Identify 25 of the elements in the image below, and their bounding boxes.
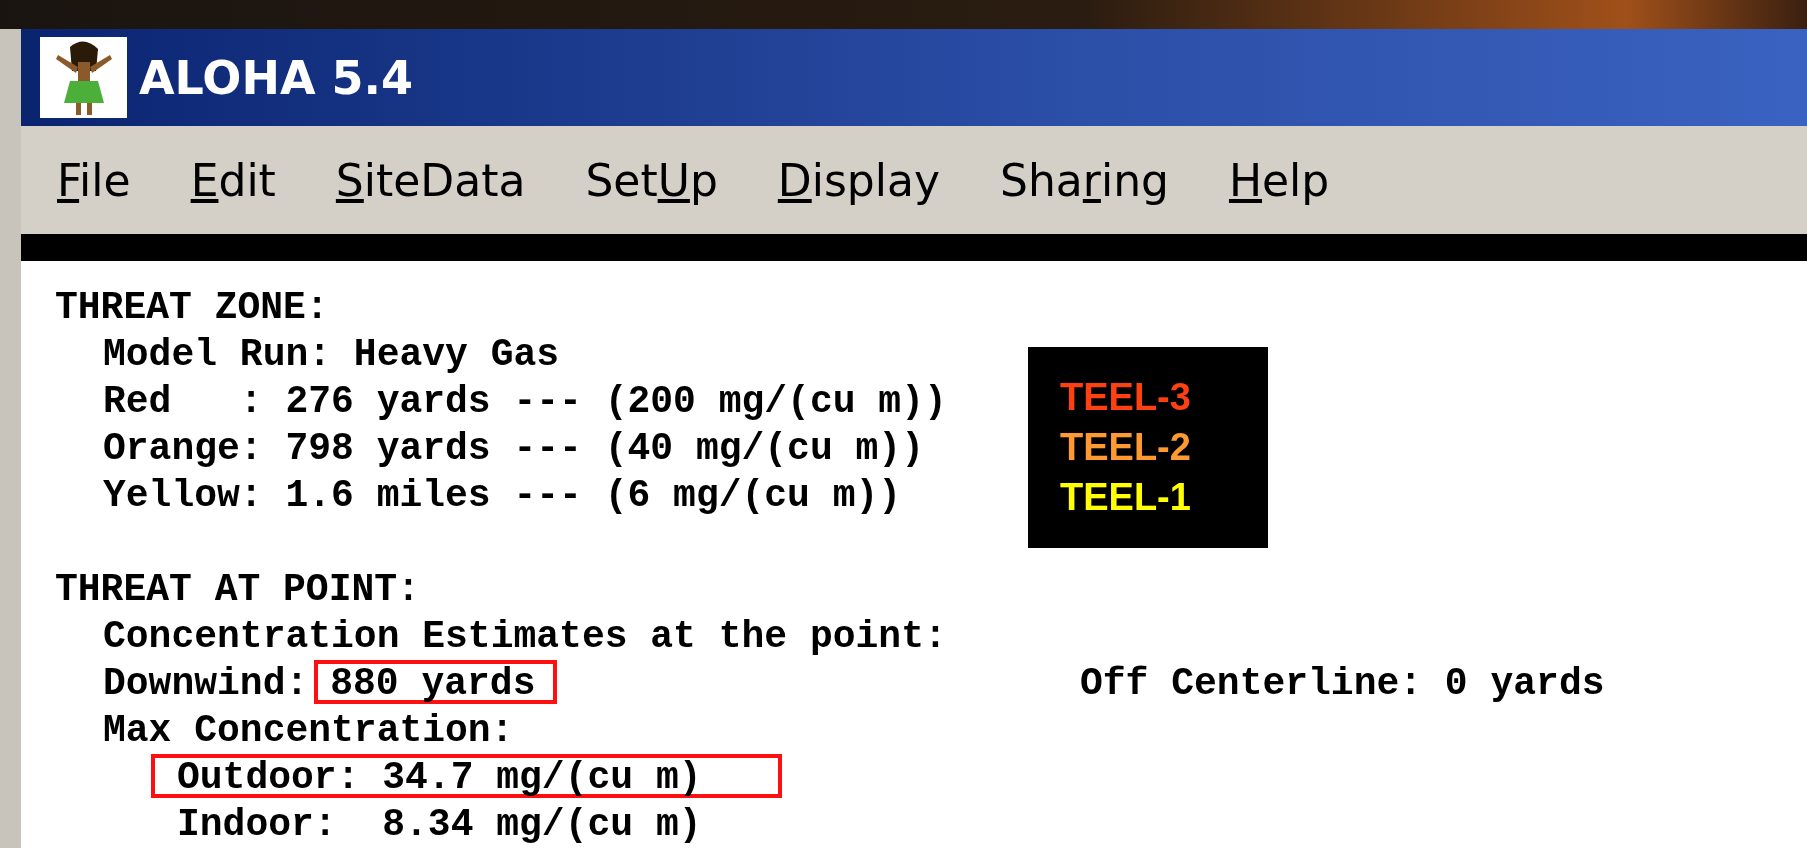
report-line: Model Run: Heavy Gas (103, 332, 560, 378)
menu-item[interactable]: SiteData (335, 154, 526, 206)
report-line: Downwind: (103, 661, 309, 707)
dancer-icon (40, 37, 127, 119)
menu-item[interactable]: Display (777, 154, 941, 206)
report-line: Red : 276 yards --- (200 mg/(cu m)) (103, 379, 947, 425)
section-heading: THREAT AT POINT: (55, 567, 420, 613)
menu-item[interactable]: Help (1228, 154, 1330, 206)
highlight-box: 880 yards (314, 660, 558, 704)
report-line: Indoor: 8.34 mg/(cu m) (177, 802, 702, 848)
window-title: ALOHA 5.4 (139, 50, 413, 105)
report-line: Yellow: 1.6 miles --- (6 mg/(cu m)) (103, 473, 902, 519)
section-heading: THREAT ZONE: (55, 285, 329, 331)
menu-item[interactable]: SetUp (585, 154, 718, 206)
menu-item[interactable]: Sharing (1000, 154, 1169, 206)
highlight-box: Outdoor: 34.7 mg/(cu m) (151, 754, 782, 798)
report-line: Orange: 798 yards --- (40 mg/(cu m)) (103, 426, 924, 472)
report-line: Concentration Estimates at the point: (103, 614, 947, 660)
legend-label: TEEL-2 (1060, 425, 1192, 471)
legend-label: TEEL-3 (1060, 375, 1192, 421)
legend-label: TEEL-1 (1060, 475, 1192, 521)
menu-item[interactable]: File (57, 154, 131, 206)
menu-item[interactable]: Edit (190, 154, 276, 206)
report-line: Max Concentration: (103, 708, 514, 754)
report-line: Off Centerline: 0 yards (1080, 661, 1605, 707)
